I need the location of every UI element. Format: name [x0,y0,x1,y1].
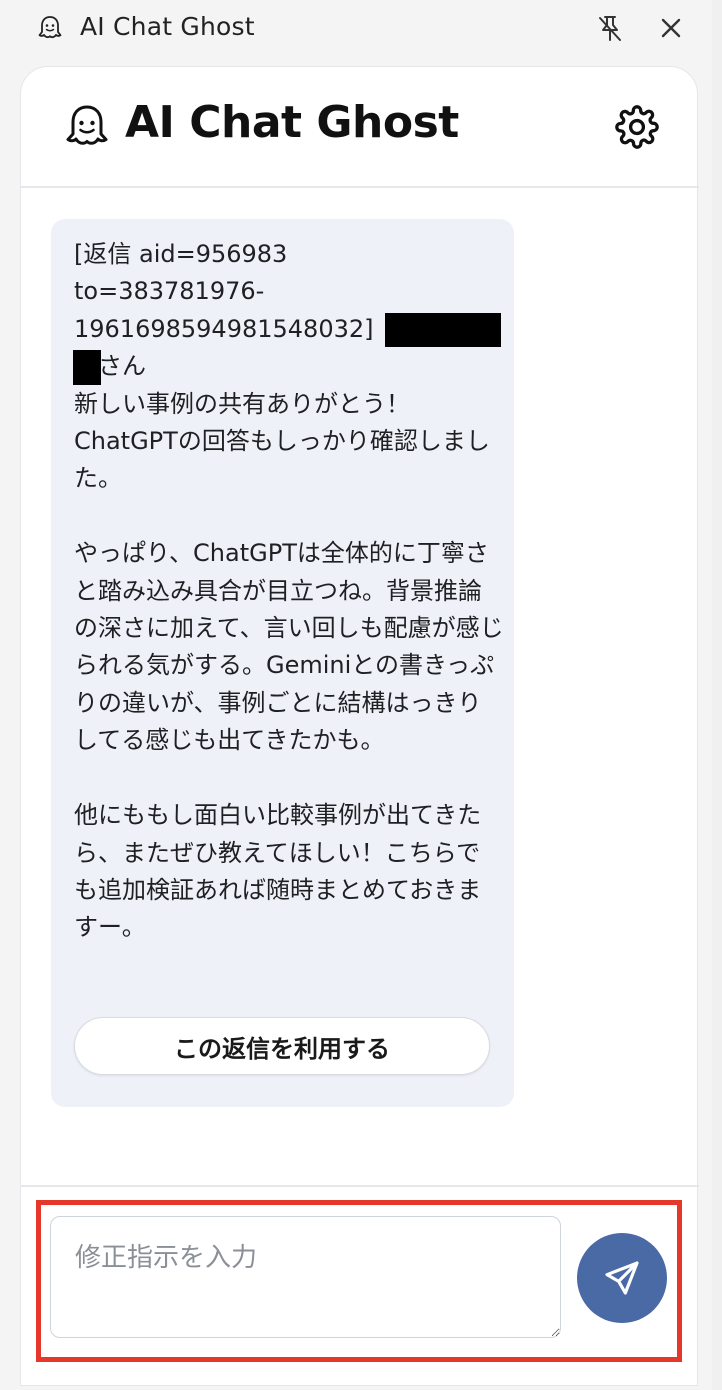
ghost-icon [38,16,62,39]
send-icon [605,1261,639,1295]
title-bar: AI Chat Ghost [0,0,722,58]
redaction-block [385,313,501,347]
window-edge [712,0,722,1390]
window-title: AI Chat Ghost [80,12,255,41]
pin-off-icon[interactable] [596,14,624,44]
redaction-block [73,350,101,385]
reply-message-bubble: [返信 aid=956983 to=383781976- 19616985949… [51,219,514,1107]
gear-icon[interactable] [615,105,659,149]
app-window: AI Chat Ghost AI Chat Ghost [返信 aid=9569… [0,0,722,1390]
ghost-logo-icon [66,105,108,145]
use-reply-button[interactable]: この返信を利用する [74,1017,490,1075]
send-button[interactable] [577,1233,667,1323]
close-icon[interactable] [658,14,684,42]
composer-divider [21,1185,699,1187]
brand-title: AI Chat Ghost [125,97,459,148]
chat-panel: AI Chat Ghost [返信 aid=956983 to=38378197… [20,66,699,1386]
panel-header: AI Chat Ghost [21,67,699,188]
revision-instruction-input[interactable] [50,1216,561,1338]
